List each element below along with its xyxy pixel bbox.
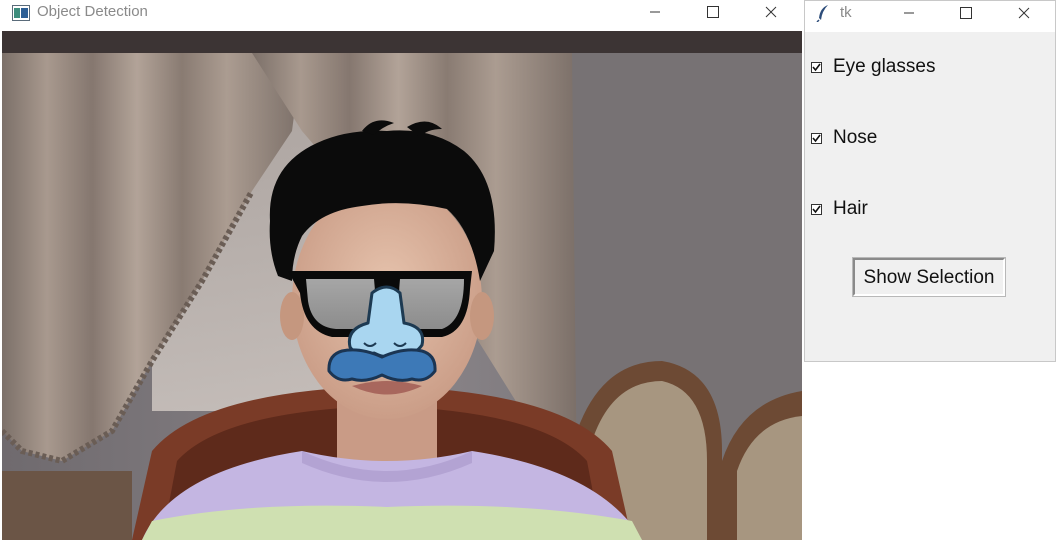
checkmark-icon	[812, 134, 821, 142]
close-button[interactable]	[748, 0, 794, 24]
object-detection-titlebar[interactable]: Object Detection	[0, 0, 803, 31]
checkbox-box[interactable]	[811, 132, 822, 144]
show-selection-button[interactable]: Show Selection	[852, 257, 1006, 297]
python-window-icon	[12, 5, 30, 26]
checkmark-icon	[812, 205, 821, 213]
tk-feather-icon	[816, 4, 832, 27]
checkmark-icon	[812, 63, 821, 71]
minimize-button[interactable]	[886, 1, 932, 25]
minimize-icon	[650, 11, 660, 13]
checkbox-label: Hair	[833, 198, 868, 219]
checkbox-eye-glasses[interactable]: Eye glasses	[811, 56, 935, 78]
checkbox-label: Nose	[833, 127, 878, 148]
webcam-frame-image	[2, 31, 802, 540]
tk-titlebar[interactable]: tk	[805, 1, 1055, 32]
close-icon	[765, 6, 777, 18]
checkbox-nose[interactable]: Nose	[811, 127, 877, 149]
object-detection-window: Object Detection	[0, 0, 803, 540]
checkbox-box[interactable]	[811, 203, 822, 215]
checkbox-box[interactable]	[811, 61, 822, 73]
maximize-icon	[960, 7, 972, 19]
window-title: Object Detection	[37, 3, 148, 20]
webcam-video-feed	[2, 31, 802, 540]
checkbox-hair[interactable]: Hair	[811, 198, 868, 220]
checkbox-label: Eye glasses	[833, 56, 936, 77]
minimize-icon	[904, 12, 914, 14]
maximize-button[interactable]	[690, 0, 736, 24]
tk-window: tk Eye glasses Nose Hair Show Selection	[804, 0, 1056, 362]
close-icon	[1018, 7, 1030, 19]
close-button[interactable]	[1001, 1, 1047, 25]
window-title: tk	[840, 4, 852, 21]
minimize-button[interactable]	[632, 0, 678, 24]
maximize-button[interactable]	[943, 1, 989, 25]
maximize-icon	[707, 6, 719, 18]
